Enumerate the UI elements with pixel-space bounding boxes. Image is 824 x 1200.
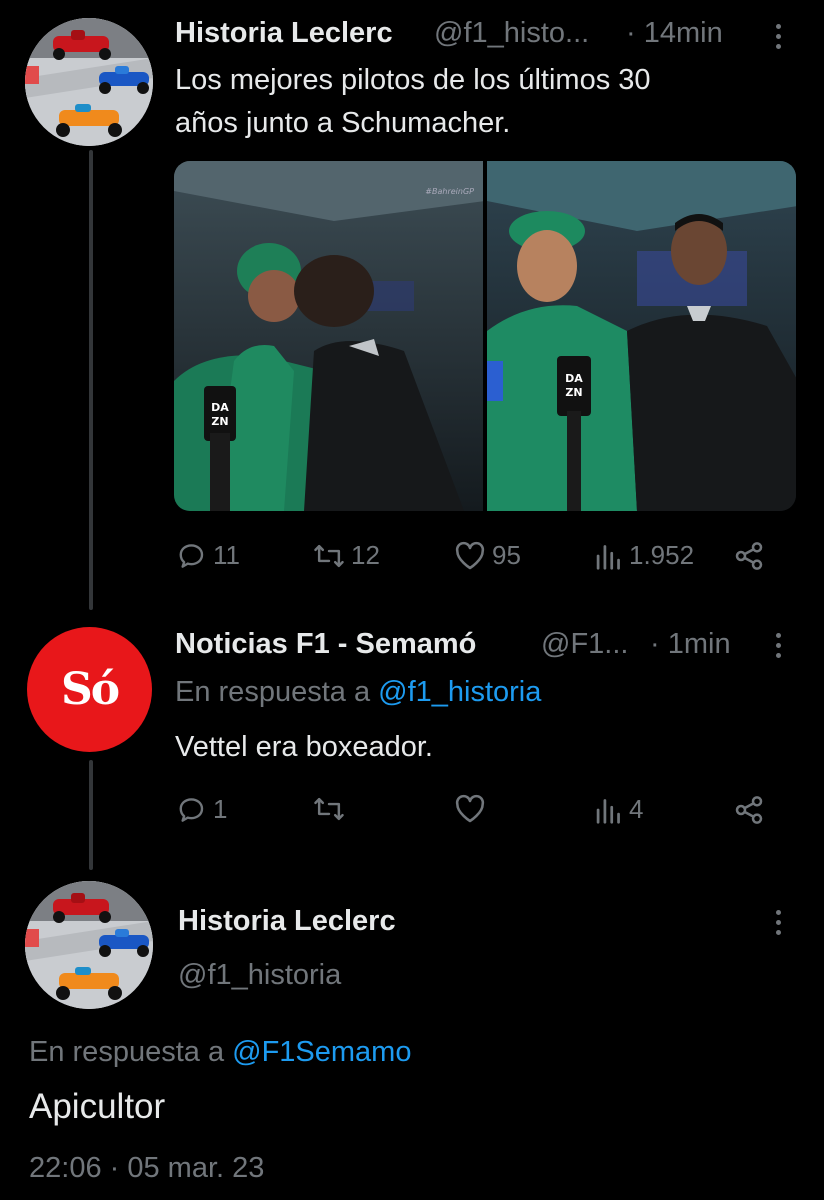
media-photo[interactable]: DA ZN	[487, 161, 796, 511]
svg-text:DA: DA	[565, 372, 583, 385]
svg-text:ZN: ZN	[211, 415, 228, 428]
more-icon[interactable]	[774, 24, 782, 49]
views-count: 1.952	[629, 540, 695, 570]
author-name[interactable]: Historia Leclerc	[175, 17, 393, 50]
reply-count: 11	[213, 540, 240, 570]
like-count: 95	[492, 540, 521, 570]
like-icon	[455, 794, 485, 823]
retweet-button[interactable]	[313, 794, 345, 824]
thread-line	[89, 760, 93, 870]
svg-text:DA: DA	[211, 401, 229, 414]
tweet-timestamp[interactable]: 22:06 · 05 mar. 23	[29, 1152, 264, 1185]
media-photo[interactable]: DA ZN #BahreinGP	[174, 161, 483, 511]
tweet-time[interactable]: · 14min	[626, 17, 723, 50]
avatar[interactable]	[25, 881, 153, 1009]
tweet-text-line: Los mejores pilotos de los últimos 30	[175, 64, 651, 96]
share-icon	[735, 542, 763, 570]
share-button[interactable]	[732, 794, 766, 826]
retweet-button[interactable]: 12	[313, 540, 380, 571]
hug-photo-image: DA ZN #BahreinGP	[174, 161, 483, 511]
reply-handle-link[interactable]: @f1_historia	[378, 676, 541, 708]
reply-count: 1	[213, 794, 228, 824]
views-icon	[596, 544, 620, 570]
views-count: 4	[629, 794, 644, 824]
semamo-logo: Só	[60, 664, 120, 715]
reply-context: En respuesta a @f1_historia	[175, 671, 541, 714]
share-icon	[735, 796, 763, 824]
f1-cars-avatar-image	[25, 18, 153, 146]
author-handle[interactable]: @f1_historia	[178, 959, 341, 992]
tweet-text-line: años junto a Schumacher.	[175, 107, 511, 139]
author-handle[interactable]: @f1_histo...	[434, 17, 589, 50]
tweet-text: Apicultor	[29, 1087, 166, 1126]
author-name[interactable]: Historia Leclerc	[178, 905, 396, 938]
thread-line	[89, 150, 93, 610]
views-button[interactable]: 1.952	[595, 540, 694, 571]
views-button[interactable]: 4	[595, 794, 643, 825]
reply-handle-link[interactable]: @F1Semamo	[232, 1036, 411, 1068]
f1-cars-avatar-image	[25, 881, 153, 1009]
retweet-icon	[314, 544, 344, 567]
tweet-text: Vettel era boxeador.	[175, 731, 433, 763]
more-icon[interactable]	[774, 633, 782, 658]
reply-context: En respuesta a @F1Semamo	[29, 1031, 411, 1074]
like-button[interactable]: 95	[454, 540, 521, 571]
media-watermark: #BahreinGP	[425, 187, 474, 196]
tweet-media[interactable]: DA ZN #BahreinGP DA ZN	[174, 161, 796, 511]
reply-button[interactable]: 11	[177, 540, 240, 571]
retweet-count: 12	[351, 540, 380, 570]
reply-prefix: En respuesta a	[175, 676, 371, 708]
avatar[interactable]: Só	[27, 627, 152, 752]
author-name[interactable]: Noticias F1 - Semamó	[175, 628, 476, 661]
like-button[interactable]	[454, 794, 486, 824]
more-icon[interactable]	[774, 910, 782, 935]
like-icon	[455, 541, 485, 569]
retweet-icon	[314, 797, 344, 821]
share-button[interactable]	[732, 540, 766, 572]
views-icon	[596, 798, 620, 824]
reply-icon	[179, 797, 204, 822]
reply-prefix: En respuesta a	[29, 1036, 225, 1068]
author-handle[interactable]: @F1...	[541, 628, 628, 661]
avatar[interactable]	[25, 18, 153, 146]
reply-icon	[179, 543, 204, 568]
tweet-time[interactable]: · 1min	[650, 628, 731, 661]
reply-button[interactable]: 1	[177, 794, 227, 825]
svg-text:ZN: ZN	[565, 386, 582, 399]
tweet-text: Los mejores pilotos de los últimos 30 añ…	[175, 59, 651, 145]
smiling-drivers-photo-image: DA ZN	[487, 161, 796, 511]
